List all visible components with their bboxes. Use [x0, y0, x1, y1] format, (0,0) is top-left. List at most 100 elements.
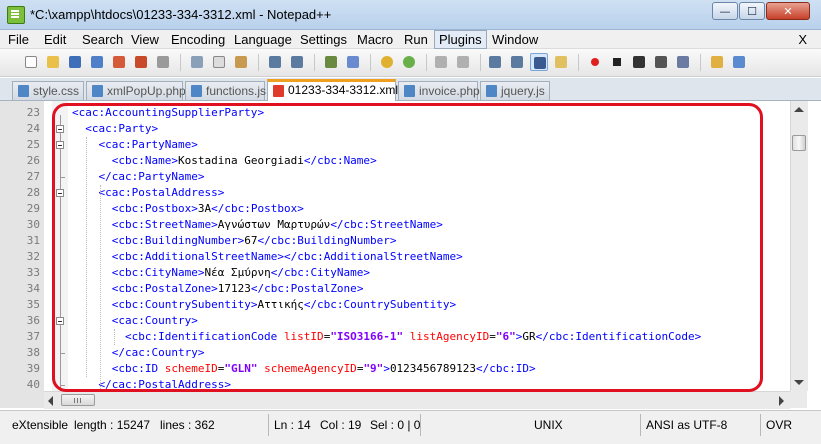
code-line[interactable]: 36 <cac:Country> [0, 313, 795, 329]
vertical-scroll-thumb[interactable] [792, 135, 806, 151]
code-line[interactable]: 27 </cac:PartyName> [0, 169, 795, 185]
code-text[interactable]: <cbc:StreetName>Αγνώστων Μαρτυρών</cbc:S… [72, 217, 443, 233]
code-text[interactable]: <cac:PartyName> [72, 137, 198, 153]
line-number: 31 [26, 234, 40, 247]
editor-area[interactable]: 23 <cac:AccountingSupplierParty> 24 <cac:P… [0, 101, 821, 409]
fold-toggle-icon[interactable] [56, 189, 64, 197]
stop-record-icon[interactable] [608, 53, 626, 71]
code-text[interactable]: <cbc:BuildingNumber>67</cbc:BuildingNumb… [72, 233, 397, 249]
code-line[interactable]: 28 <cac:PostalAddress> [0, 185, 795, 201]
minimize-button[interactable]: — [712, 2, 738, 20]
notepadpp-app-icon[interactable] [7, 6, 25, 24]
menu-view[interactable]: View [131, 32, 159, 47]
horizontal-scrollbar[interactable] [44, 391, 790, 409]
code-line[interactable]: 24 <cac:Party> [0, 121, 795, 137]
menu-search[interactable]: Search [82, 32, 123, 47]
play-macro-icon[interactable] [630, 53, 648, 71]
maximize-button[interactable]: ☐ [739, 2, 765, 20]
paste-icon[interactable] [232, 53, 250, 71]
show-all-chars-icon[interactable] [508, 53, 526, 71]
code-line[interactable]: 25 <cac:PartyName> [0, 137, 795, 153]
code-line[interactable]: 37 <cbc:IdentificationCode listID="ISO31… [0, 329, 795, 345]
vertical-scrollbar[interactable] [790, 101, 808, 391]
menu-language[interactable]: Language [234, 32, 292, 47]
code-text[interactable]: <cbc:IdentificationCode listID="ISO3166-… [72, 329, 701, 345]
close-all-icon[interactable] [132, 53, 150, 71]
menu-run[interactable]: Run [404, 32, 428, 47]
code-line[interactable]: 38 </cac:Country> [0, 345, 795, 361]
code-line[interactable]: 31 <cbc:BuildingNumber>67</cbc:BuildingN… [0, 233, 795, 249]
code-text[interactable]: <cbc:Name>Kostadina Georgiadi</cbc:Name> [72, 153, 377, 169]
scroll-left-icon[interactable] [48, 396, 53, 406]
code-line[interactable]: 26 <cbc:Name>Kostadina Georgiadi</cbc:Na… [0, 153, 795, 169]
close-document-x[interactable]: X [798, 32, 807, 47]
tab-functions-js[interactable]: functions.js [185, 81, 266, 100]
record-macro-icon[interactable] [586, 53, 604, 71]
word-wrap-icon[interactable] [486, 53, 504, 71]
code-text[interactable]: <cac:Country> [72, 313, 198, 329]
find-icon[interactable] [322, 53, 340, 71]
code-text[interactable]: <cac:AccountingSupplierParty> [72, 105, 264, 121]
play-multiple-icon[interactable] [652, 53, 670, 71]
undo-icon[interactable] [266, 53, 284, 71]
tab-xmlpopup-php[interactable]: xmlPopUp.php [86, 81, 186, 100]
user-defined-lang-icon[interactable] [552, 53, 570, 71]
menu-macro[interactable]: Macro [357, 32, 393, 47]
tab-style-css[interactable]: style.css [12, 81, 84, 100]
code-line[interactable]: 32 <cbc:AdditionalStreetName></cbc:Addit… [0, 249, 795, 265]
menu-plugins[interactable]: Plugins [434, 30, 487, 49]
close-window-button[interactable]: ✕ [766, 2, 810, 20]
open-file-icon[interactable] [44, 53, 62, 71]
menu-edit[interactable]: Edit [44, 32, 66, 47]
code-text[interactable]: <cbc:ID schemeID="GLN" schemeAgencyID="9… [72, 361, 536, 377]
tab-bar: style.css xmlPopUp.php functions.js 0123… [0, 78, 821, 101]
sync-vertical-icon[interactable] [432, 53, 450, 71]
close-file-icon[interactable] [110, 53, 128, 71]
code-text[interactable]: <cac:Party> [72, 121, 158, 137]
scroll-up-icon[interactable] [794, 107, 804, 112]
sync-horizontal-icon[interactable] [454, 53, 472, 71]
code-text[interactable]: </cac:PartyName> [72, 169, 205, 185]
menu-file[interactable]: File [8, 32, 29, 47]
print-icon[interactable] [154, 53, 172, 71]
scroll-down-icon[interactable] [794, 380, 804, 385]
code-line[interactable]: 30 <cbc:StreetName>Αγνώστων Μαρτυρών</cb… [0, 217, 795, 233]
zoom-in-icon[interactable] [378, 53, 396, 71]
folder-icon[interactable] [708, 53, 726, 71]
code-line[interactable]: 39 <cbc:ID schemeID="GLN" schemeAgencyID… [0, 361, 795, 377]
code-line[interactable]: 33 <cbc:CityName>Νέα Σμύρνη</cbc:CityNam… [0, 265, 795, 281]
new-file-icon[interactable] [22, 53, 40, 71]
code-text[interactable]: <cbc:PostalZone>17123</cbc:PostalZone> [72, 281, 364, 297]
tab-01233-334-3312-xml[interactable]: 01233-334-3312.xml [267, 79, 398, 101]
menu-encoding[interactable]: Encoding [171, 32, 225, 47]
code-line[interactable]: 29 <cbc:Postbox>3A</cbc:Postbox> [0, 201, 795, 217]
tab-invoice-php[interactable]: invoice.php [398, 81, 480, 100]
code-line[interactable]: 35 <cbc:CountrySubentity>Αττικής</cbc:Co… [0, 297, 795, 313]
fold-toggle-icon[interactable] [56, 141, 64, 149]
indent-guide-icon[interactable] [530, 53, 548, 71]
menu-window[interactable]: Window [492, 32, 538, 47]
tab-jquery-js[interactable]: jquery.js [480, 81, 550, 100]
spell-check-icon[interactable] [730, 53, 748, 71]
fold-toggle-icon[interactable] [56, 125, 64, 133]
redo-icon[interactable] [288, 53, 306, 71]
fold-toggle-icon[interactable] [56, 317, 64, 325]
zoom-out-icon[interactable] [400, 53, 418, 71]
scroll-right-icon[interactable] [779, 396, 784, 406]
save-icon[interactable] [66, 53, 84, 71]
menu-settings[interactable]: Settings [300, 32, 347, 47]
code-text[interactable]: <cbc:CityName>Νέα Σμύρνη</cbc:CityName> [72, 265, 370, 281]
code-text[interactable]: <cbc:Postbox>3A</cbc:Postbox> [72, 201, 304, 217]
save-all-icon[interactable] [88, 53, 106, 71]
code-text[interactable]: </cac:Country> [72, 345, 205, 361]
cut-icon[interactable] [188, 53, 206, 71]
copy-icon[interactable] [210, 53, 228, 71]
save-macro-icon[interactable] [674, 53, 692, 71]
code-text[interactable]: <cbc:CountrySubentity>Αττικής</cbc:Count… [72, 297, 456, 313]
code-line[interactable]: 34 <cbc:PostalZone>17123</cbc:PostalZone… [0, 281, 795, 297]
horizontal-scroll-thumb[interactable] [61, 394, 95, 406]
replace-icon[interactable] [344, 53, 362, 71]
code-text[interactable]: <cac:PostalAddress> [72, 185, 225, 201]
code-text[interactable]: <cbc:AdditionalStreetName></cbc:Addition… [72, 249, 463, 265]
code-line[interactable]: 23 <cac:AccountingSupplierParty> [0, 105, 795, 121]
